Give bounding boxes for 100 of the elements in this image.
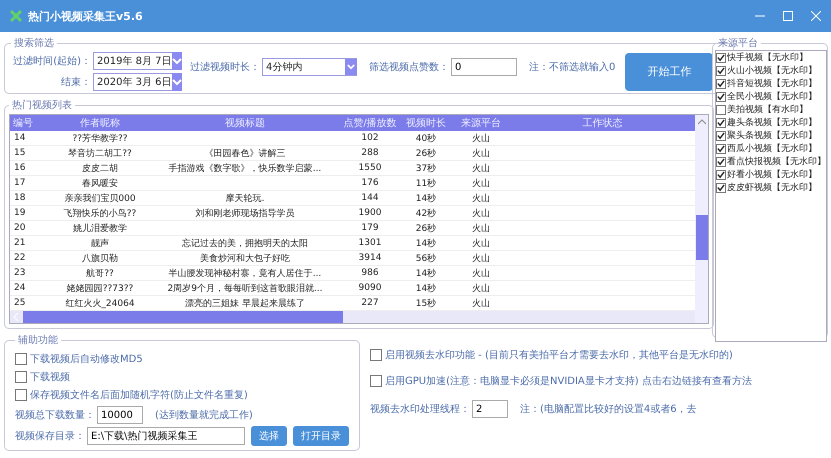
hint-text: 注：不筛选就输入0 (529, 60, 616, 74)
table-cell-text: 刘和刚老师现场指导学员 (194, 208, 296, 220)
table-cell-text: 火山 (471, 252, 491, 264)
checkbox-option[interactable]: 下载视频后自动修改MD5 (15, 352, 349, 366)
table-cell-text: 144 (360, 193, 380, 203)
platform-checkbox[interactable]: 趣头条视频【无水印】 (716, 116, 826, 129)
platform-checkbox[interactable]: 火山小视频【无水印】 (716, 64, 826, 77)
field-label: 筛选视频点赞数： (369, 60, 449, 74)
table-cell-text: 16 (13, 163, 26, 173)
hint-text: (达到数量就完成工作) (155, 408, 253, 422)
table-cell-text: 19 (13, 208, 26, 218)
table-cell-text: 18 (13, 193, 26, 203)
table-cell-text: 14秒 (414, 282, 438, 294)
table-cell-text: 23 (13, 268, 26, 278)
table-cell-text: 2周岁9个月，每每听到这首歌眼泪就... (166, 282, 324, 294)
table-cell-text: 航哥?? (85, 268, 115, 280)
platform-checkbox[interactable]: 好看小视频【无水印】 (716, 168, 826, 181)
table-cell-text: 皮皮二胡 (81, 162, 119, 174)
field-label: 结束： (60, 76, 91, 89)
table-cell-text: 火山 (471, 162, 491, 174)
table-cell-text: 37秒 (414, 162, 438, 174)
table-cell-text: 红红火火_24064 (64, 298, 136, 310)
field-label: 视频保存目录： (15, 430, 85, 443)
table-cell-text: 亲亲我们宝贝000 (63, 192, 137, 204)
table-cell-text: 1900 (358, 208, 382, 218)
table-cell-text: 火山 (471, 268, 491, 280)
table-cell-text: 14 (13, 133, 26, 143)
table-cell-text: 102 (360, 133, 380, 143)
table-cell-text: 火山 (471, 132, 491, 144)
table-cell-text: 火山 (471, 192, 491, 204)
group-title: 来源平台 (717, 36, 759, 50)
date-picker[interactable]: 2019年 8月 7日 (93, 52, 180, 70)
scroll-up-icon[interactable] (698, 119, 706, 125)
table-cell-text: 56秒 (414, 252, 438, 264)
table-cell-text: 半山腰发现神秘村寨，竟有人居住于... (168, 268, 322, 280)
directory-input[interactable]: E:\下载\热门视频采集王 (87, 427, 245, 445)
hint-text: 注：(电脑配置比较好的设置4或者6，去 (520, 402, 697, 416)
checkbox-option[interactable]: 保存视频文件名后面加随机字符(防止文件名重复) (15, 388, 349, 402)
table-cell-text: 15 (13, 148, 26, 158)
table-cell-text: 11秒 (414, 178, 438, 190)
table-cell-text: 靓声 (90, 238, 110, 250)
likes-input[interactable]: 0 (451, 58, 517, 76)
table-cell-text: 17 (13, 178, 26, 188)
scrollbar-thumb[interactable] (696, 215, 708, 260)
table-cell-text: 40秒 (414, 132, 438, 144)
table-cell-text: 9090 (358, 283, 382, 293)
group-title: 热门视频列表 (11, 98, 73, 112)
table-cell-text: 美食炒河和大包子好吃 (199, 252, 291, 264)
chevron-down-icon (172, 58, 182, 64)
table-cell-text: 26秒 (414, 222, 438, 234)
checkbox-option[interactable]: 启用视频去水印功能 - (目前只有美拍平台才需要去水印，其他平台是无水印的) (370, 348, 752, 362)
maximize-icon[interactable] (783, 11, 793, 21)
app-logo-icon (10, 10, 22, 22)
checkbox-option[interactable]: 下载视频 (15, 370, 349, 384)
platform-checkbox[interactable]: 聚头条视频【无水印】 (716, 129, 826, 142)
table-cell-text: 14秒 (414, 268, 438, 280)
duration-dropdown[interactable]: 4分钟内 (262, 58, 357, 76)
window-title: 热门小视频采集王v5.6 (28, 8, 143, 24)
platform-checkbox[interactable]: 快手视频【无水印】 (716, 51, 826, 64)
group-title: 搜索筛选 (13, 36, 55, 50)
table-cell-text: 21 (13, 238, 26, 248)
platform-checkbox[interactable]: 抖音短视频【无水印】 (716, 77, 826, 90)
table-cell-text: 14秒 (414, 192, 438, 204)
table-cell-text: 忘记过去的美，拥抱明天的太阳 (181, 237, 309, 250)
table-cell-text: 288 (360, 148, 380, 158)
table-cell-text: 25 (13, 298, 26, 308)
field-label: 视频去水印处理线程： (370, 402, 470, 416)
table-cell-text: 火山 (471, 148, 491, 160)
platform-checkbox[interactable]: 西瓜小视频【无水印】 (716, 142, 826, 155)
vertical-scrollbar[interactable] (695, 115, 708, 323)
platform-checkbox[interactable]: 看点快报视频【无水印】 (716, 155, 826, 168)
checkbox-option[interactable]: 启用GPU加速(注意：电脑显卡必须是NVIDIA显卡才支持) 点击右边链接有查看方法 (370, 374, 752, 388)
platform-checkbox[interactable]: 全民小视频【无水印】 (716, 90, 826, 103)
table-cell-text: 琴音坊二胡工?? (67, 148, 133, 160)
date-picker[interactable]: 2020年 3月 6日 (93, 73, 180, 91)
close-icon[interactable] (811, 11, 821, 21)
group-title: 辅助功能 (17, 334, 59, 347)
scrollbar-thumb[interactable] (23, 311, 343, 323)
table-cell-text: 摩天轮玩. (224, 192, 266, 204)
table-cell-text: 八旗贝勒 (81, 252, 119, 264)
table-cell-text: 火山 (471, 238, 491, 250)
horizontal-scrollbar[interactable] (10, 311, 695, 323)
field-label: 视频总下载数量： (15, 408, 95, 422)
table-cell-text: ??芳华教学?? (71, 132, 129, 144)
table-cell-text: 176 (360, 178, 380, 188)
table-cell-text: 227 (360, 298, 380, 308)
field-label: 过滤视频时长： (190, 60, 260, 74)
table-cell-text: 22 (13, 253, 26, 263)
table-cell-text: 火山 (471, 298, 491, 310)
table-cell-text: 飞翔快乐的小鸟?? (62, 208, 138, 220)
platform-checkbox[interactable]: 美拍视频【有水印】 (716, 103, 826, 116)
table-cell-text: 火山 (471, 208, 491, 220)
table-cell-text: 3914 (358, 253, 382, 263)
table-cell-text: 1301 (358, 238, 382, 248)
count-input[interactable]: 10000 (97, 406, 143, 424)
table-cell-text: 火山 (471, 282, 491, 294)
platform-checkbox[interactable]: 皮皮虾视频【无水印】 (716, 181, 826, 194)
field-label: 过滤时间(起始)： (12, 54, 91, 68)
table-cell-text: 火山 (471, 178, 491, 190)
threads-input[interactable]: 2 (472, 400, 508, 418)
